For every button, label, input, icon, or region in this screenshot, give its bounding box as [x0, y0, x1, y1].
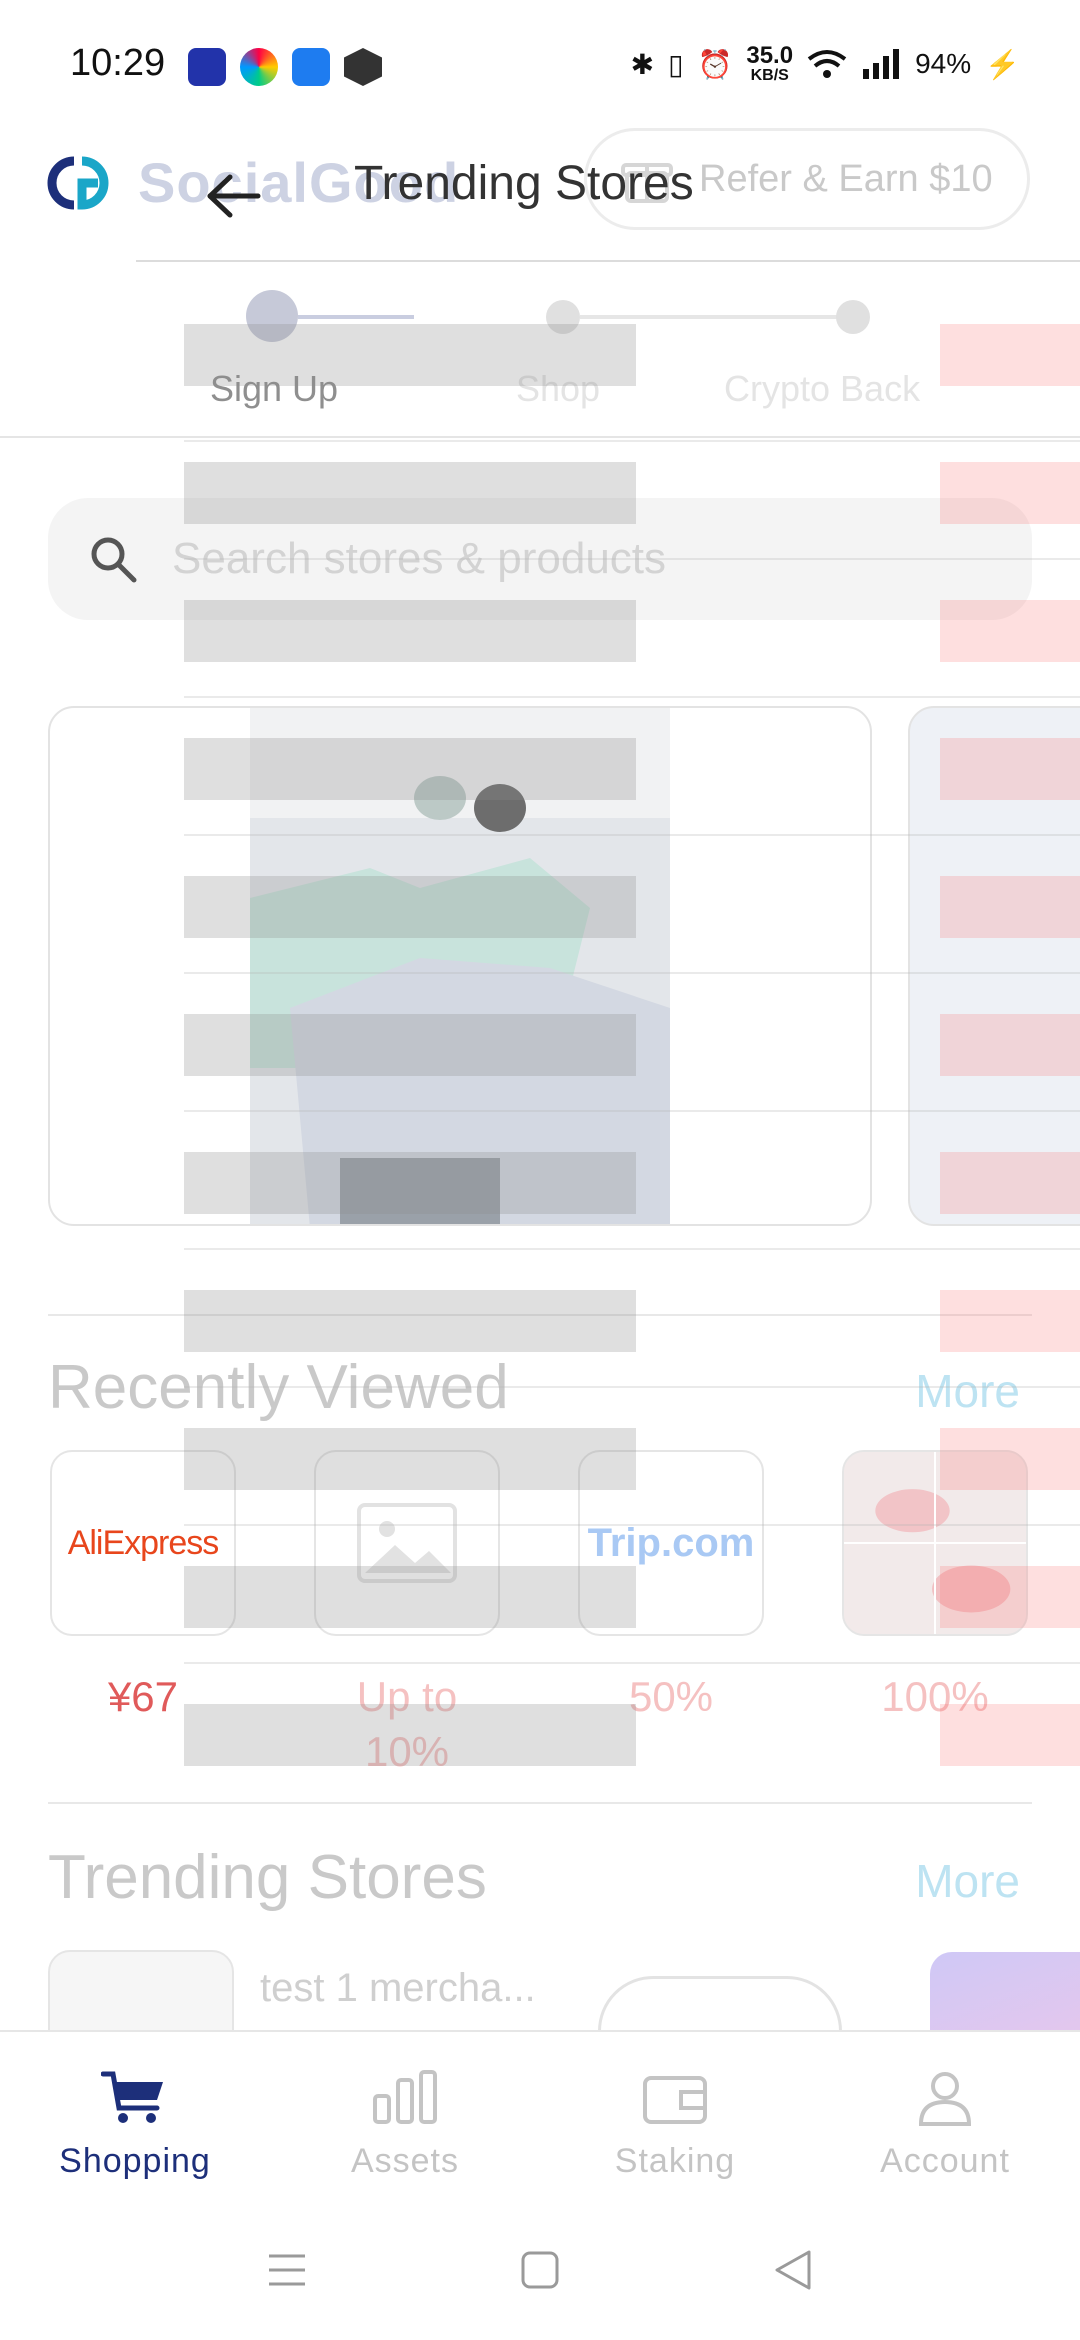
skeleton-divider [184, 834, 1080, 836]
skeleton-bar [940, 1704, 1080, 1766]
skeleton-divider [184, 696, 1080, 698]
bluetooth-icon: ✱ [630, 48, 655, 80]
back-arrow-icon [207, 174, 261, 218]
skeleton-bar [184, 1152, 636, 1214]
status-bar: 10:29 ✱ ▯ ⏰ 35.0 KB/S 94% ⚡ [0, 0, 1080, 130]
status-notification-icons [188, 48, 382, 86]
skeleton-divider [184, 440, 1080, 442]
nav-assets[interactable]: Assets [270, 2032, 540, 2200]
skeleton-bar [940, 1014, 1080, 1076]
skeleton-bar [940, 1566, 1080, 1628]
network-speed: 35.0 KB/S [746, 42, 794, 84]
skeleton-bar [940, 1152, 1080, 1214]
skeleton-divider [184, 972, 1080, 974]
trending-stores-overlay: Trending Stores [136, 130, 1080, 2030]
socialgood-logo-icon [47, 156, 109, 210]
skeleton-bar [940, 876, 1080, 938]
skeleton-divider [184, 1386, 1080, 1388]
bar-chart-icon [373, 2070, 437, 2124]
skeleton-bar [184, 600, 636, 662]
skeleton-bar [184, 1704, 636, 1766]
skeleton-divider [184, 1248, 1080, 1250]
home-icon[interactable] [520, 2250, 560, 2290]
overlay-header-divider [136, 260, 1080, 262]
skeleton-bar [184, 462, 636, 524]
nav-staking[interactable]: Staking [540, 2032, 810, 2200]
lazada-app-icon [188, 48, 226, 86]
wifi-icon [807, 50, 847, 78]
skeleton-bar [940, 462, 1080, 524]
skeleton-bar [940, 738, 1080, 800]
skeleton-bar [184, 1014, 636, 1076]
skeleton-bar [184, 1428, 636, 1490]
nav-label-staking: Staking [614, 2142, 736, 2180]
vibrate-icon: ▯ [668, 48, 684, 80]
nav-label-assets: Assets [350, 2142, 460, 2180]
menu-icon[interactable] [267, 2252, 307, 2288]
skeleton-bar [940, 324, 1080, 386]
nav-account[interactable]: Account [810, 2032, 1080, 2200]
skeleton-bar [184, 1290, 636, 1352]
charging-icon: ⚡ [985, 48, 1020, 80]
status-time: 10:29 [70, 42, 166, 84]
back-triangle-icon[interactable] [773, 2249, 813, 2291]
cart-icon [101, 2071, 163, 2123]
skeleton-divider [184, 1662, 1080, 1664]
skeleton-bar [940, 600, 1080, 662]
skeleton-divider [184, 1110, 1080, 1112]
back-button[interactable] [192, 154, 276, 238]
overlay-title: Trending Stores [354, 157, 694, 210]
system-navigation-bar [0, 2200, 1080, 2340]
status-right-icons: ✱ ▯ ⏰ 35.0 KB/S 94% ⚡ [631, 44, 1020, 84]
nav-label-account: Account [880, 2142, 1010, 2180]
person-icon [918, 2072, 972, 2126]
skeleton-divider [184, 558, 1080, 560]
skeleton-divider [184, 1524, 1080, 1526]
skeleton-bar [940, 1428, 1080, 1490]
nav-shopping[interactable]: Shopping [0, 2032, 270, 2200]
bottom-navigation: Shopping Assets Staking Account [0, 2030, 1080, 2200]
nav-label-shopping: Shopping [59, 2142, 211, 2180]
hexagon-app-icon [344, 48, 382, 86]
usb-icon [292, 48, 330, 86]
skeleton-bar [184, 876, 636, 938]
signal-icon [863, 49, 900, 79]
alarm-icon: ⏰ [697, 48, 733, 80]
overlay-header: Trending Stores [136, 130, 1080, 262]
wallet-icon [643, 2076, 707, 2124]
skeleton-bar [184, 324, 636, 386]
skeleton-bar [940, 1290, 1080, 1352]
search-icon [91, 537, 137, 583]
battery-level: 94% [915, 48, 972, 79]
skeleton-bar [184, 1566, 636, 1628]
browser-app-icon [240, 48, 278, 86]
skeleton-bar [184, 738, 636, 800]
